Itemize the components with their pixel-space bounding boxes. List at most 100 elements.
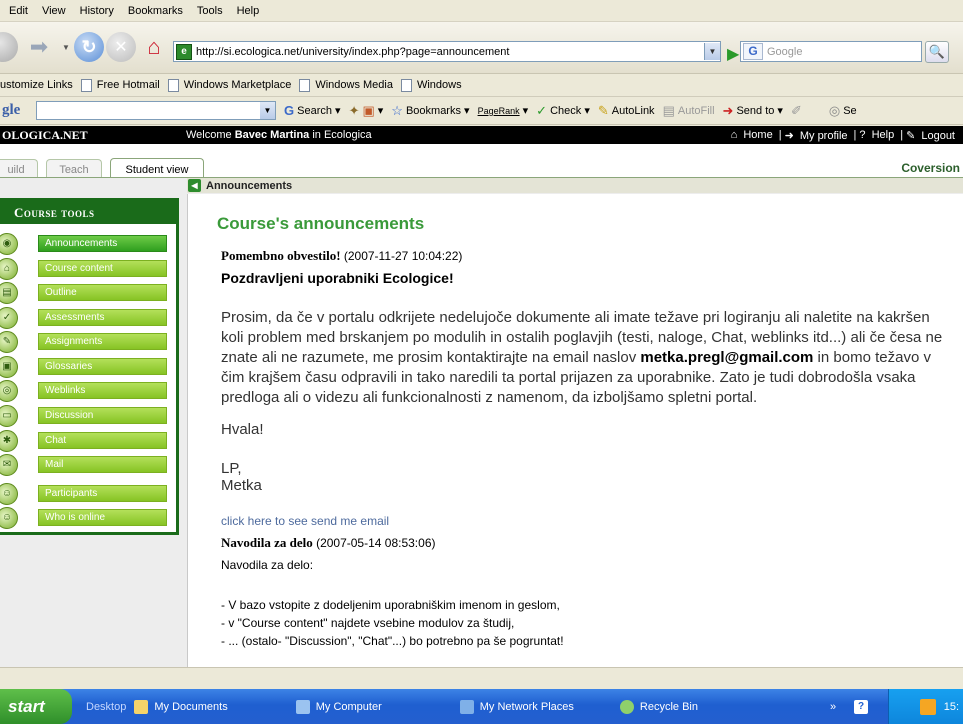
- go-button[interactable]: ▶: [727, 44, 739, 64]
- announcement-1-greeting: Pozdravljeni uporabniki Ecologice!: [221, 270, 454, 286]
- announcement-1-thanks: Hvala!: [221, 421, 264, 438]
- announcement-2-intro: Navodila za delo:: [221, 558, 314, 572]
- help-link[interactable]: ? Help: [859, 129, 897, 141]
- search-box[interactable]: G Google: [740, 41, 922, 62]
- link-windows-marketplace-label: Windows Marketplace: [183, 79, 292, 91]
- site-header: OLOGICA.NET Welcome Bavec Martina in Eco…: [0, 126, 963, 144]
- send-email-link[interactable]: click here to see send me email: [221, 514, 389, 528]
- browser-window: Edit View History Bookmarks Tools Help ➡…: [0, 0, 963, 724]
- address-dropdown-icon[interactable]: ▼: [704, 43, 720, 60]
- menu-history[interactable]: History: [73, 5, 121, 17]
- sidebar-item-course-content[interactable]: ⌂ Course content: [0, 257, 167, 280]
- google-autolink-button[interactable]: ✎ AutoLink: [598, 103, 655, 119]
- mail-icon: ✉: [0, 453, 18, 476]
- google-bookmarks-label: Bookmarks: [405, 104, 461, 117]
- sidebar-item-glossaries[interactable]: ▣ Glossaries: [0, 355, 167, 378]
- link-windows-label: Windows: [416, 79, 462, 91]
- links-bar: ustomize Links Free Hotmail Windows Mark…: [0, 74, 963, 97]
- google-engine-icon[interactable]: G: [743, 43, 763, 60]
- sidebar-item-discussion[interactable]: ▭ Discussion: [0, 404, 167, 427]
- taskbar-my-documents[interactable]: My Documents: [134, 699, 228, 714]
- system-tray: 15:: [888, 689, 963, 724]
- address-bar[interactable]: e http://si.ecologica.net/university/ind…: [173, 41, 721, 62]
- google-pagerank[interactable]: PageRank ▾: [478, 104, 529, 117]
- announcement-1-sign-2: Metka: [221, 477, 262, 494]
- address-url[interactable]: http://si.ecologica.net/university/index…: [196, 46, 704, 58]
- announcements-icon: ◉: [0, 232, 18, 255]
- menu-bookmarks[interactable]: Bookmarks: [121, 5, 190, 17]
- menu-tools[interactable]: Tools: [190, 5, 230, 17]
- sidebar-item-label: Course content: [38, 260, 167, 277]
- google-check-button[interactable]: ✓ Check ▾: [536, 103, 590, 119]
- menu-edit[interactable]: Edit: [2, 5, 35, 17]
- site-brand[interactable]: OLOGICA.NET: [0, 128, 186, 143]
- content-area: ◀ Announcements Course tools ◉ Announceme…: [0, 178, 963, 669]
- sidebar-item-assignments[interactable]: ✎ Assignments: [0, 330, 167, 353]
- google-settings-button[interactable]: ◎ Se: [829, 103, 857, 119]
- clock-tray-icon[interactable]: [919, 698, 936, 715]
- google-sendto-button[interactable]: ➜ Send to ▾: [723, 103, 783, 119]
- sidebar-item-chat[interactable]: ✱ Chat: [0, 429, 167, 452]
- conversion-link[interactable]: Coversion: [901, 161, 960, 175]
- welcome-text: Welcome Bavec Martina in Ecologica: [186, 129, 728, 141]
- announcement-1-header: Pomembno obvestilo! (2007-11-27 10:04:22…: [221, 248, 462, 264]
- course-content-icon: ⌂: [0, 257, 18, 280]
- home-button[interactable]: ⌂: [139, 32, 169, 62]
- taskbar-my-network-places[interactable]: My Network Places: [459, 699, 574, 714]
- back-button[interactable]: [0, 32, 18, 62]
- who-is-online-icon: ☺: [0, 506, 18, 529]
- sidebar-item-outline[interactable]: ▤ Outline: [0, 281, 167, 304]
- link-free-hotmail[interactable]: Free Hotmail: [80, 78, 160, 92]
- breadcrumb: ◀ Announcements: [187, 178, 963, 193]
- sidebar-title: Course tools: [0, 201, 176, 224]
- autolink-icon: ✎: [597, 102, 609, 118]
- reload-button[interactable]: ↻: [74, 32, 104, 62]
- course-tools-sidebar: Course tools ◉ Announcements ⌂ Course cont…: [0, 198, 179, 535]
- logout-link[interactable]: ✎ Logout: [906, 129, 958, 142]
- help-link-label: Help: [871, 129, 895, 141]
- sidebar-item-weblinks[interactable]: ◎ Weblinks: [0, 379, 167, 402]
- sidebar-item-participants[interactable]: ☺ Participants: [0, 482, 167, 505]
- link-windows-media[interactable]: Windows Media: [299, 78, 393, 92]
- taskbar-overflow-icon[interactable]: »: [830, 701, 836, 713]
- sidebar-item-who-is-online[interactable]: ☺ Who is online: [0, 506, 167, 529]
- taskbar: start Desktop My Documents My Computer M…: [0, 689, 963, 724]
- taskbar-my-computer-label: My Computer: [315, 700, 382, 713]
- start-button[interactable]: start: [0, 689, 72, 724]
- menu-help[interactable]: Help: [230, 5, 267, 17]
- profile-link[interactable]: ➜ My profile: [785, 129, 851, 142]
- google-popup-button[interactable]: ✦ ▣ ▾: [349, 103, 384, 119]
- page-icon: [80, 78, 92, 92]
- home-link[interactable]: ⌂ Home: [731, 129, 776, 141]
- highlight-button[interactable]: ✐: [791, 103, 805, 119]
- tray-clock[interactable]: 15:: [944, 701, 959, 713]
- history-dropdown-icon[interactable]: ▼: [60, 32, 72, 62]
- forward-button[interactable]: ➡: [24, 32, 54, 62]
- news-icon: ▣: [362, 102, 375, 118]
- taskbar-recycle-bin[interactable]: Recycle Bin: [619, 699, 698, 714]
- google-autofill-button[interactable]: ▤ AutoFill: [663, 103, 715, 119]
- assignments-icon: ✎: [0, 330, 18, 353]
- chat-icon: ✱: [0, 429, 18, 452]
- google-search-input[interactable]: ▼: [36, 101, 276, 120]
- assessments-icon: ✓: [0, 306, 18, 329]
- stop-button[interactable]: ✕: [106, 32, 136, 62]
- help-tray-icon[interactable]: ?: [854, 699, 874, 714]
- taskbar-my-computer[interactable]: My Computer: [295, 699, 382, 714]
- sidebar-item-assessments[interactable]: ✓ Assessments: [0, 306, 167, 329]
- link-customize[interactable]: ustomize Links: [0, 79, 73, 91]
- google-autofill-label: AutoFill: [677, 104, 715, 117]
- sidebar-item-announcements[interactable]: ◉ Announcements: [0, 232, 167, 255]
- breadcrumb-label: Announcements: [206, 179, 293, 192]
- contact-email: metka.pregl@gmail.com: [640, 349, 814, 366]
- search-placeholder: Google: [767, 45, 803, 58]
- search-icon[interactable]: 🔍: [925, 41, 949, 63]
- link-windows-marketplace[interactable]: Windows Marketplace: [167, 78, 292, 92]
- google-search-button[interactable]: G Search ▾: [284, 103, 341, 118]
- menu-view[interactable]: View: [35, 5, 73, 17]
- google-input-dropdown-icon[interactable]: ▼: [260, 102, 275, 119]
- taskbar-desktop[interactable]: Desktop: [86, 701, 126, 713]
- link-windows[interactable]: Windows: [400, 78, 462, 92]
- google-bookmarks-button[interactable]: ☆ Bookmarks ▾: [391, 103, 469, 119]
- sidebar-item-mail[interactable]: ✉ Mail: [0, 453, 167, 476]
